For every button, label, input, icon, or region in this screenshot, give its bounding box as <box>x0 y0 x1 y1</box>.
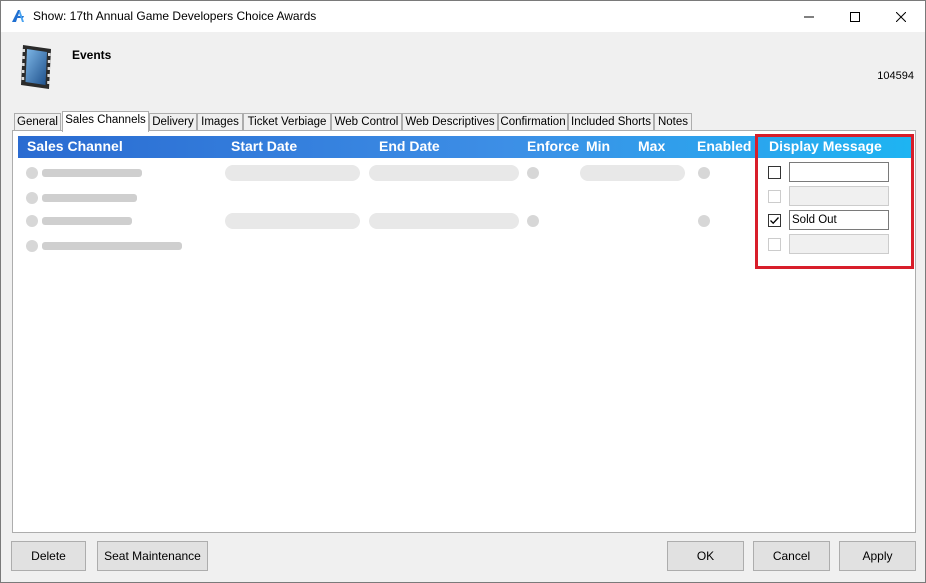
redacted-date <box>369 213 519 229</box>
close-button[interactable] <box>878 1 924 32</box>
redacted-radio <box>26 167 38 179</box>
tab-general[interactable]: General <box>14 113 61 131</box>
highlight-box <box>755 134 914 269</box>
delete-button[interactable]: Delete <box>11 541 86 571</box>
title-bar: Show: 17th Annual Game Developers Choice… <box>1 1 925 32</box>
redacted-numeric <box>580 165 685 181</box>
tab-web-control[interactable]: Web Control <box>331 113 402 131</box>
redacted-checkbox <box>698 215 710 227</box>
col-enforce[interactable]: Enforce <box>527 138 579 154</box>
minimize-button[interactable] <box>786 1 832 32</box>
redacted-checkbox <box>527 167 539 179</box>
col-start-date[interactable]: Start Date <box>231 138 297 154</box>
tab-confirmation[interactable]: Confirmation <box>498 113 568 131</box>
film-strip-icon <box>21 45 51 89</box>
col-enabled[interactable]: Enabled <box>697 138 751 154</box>
redacted-date <box>225 213 360 229</box>
tab-delivery[interactable]: Delivery <box>149 113 197 131</box>
col-sales-channel[interactable]: Sales Channel <box>27 138 123 154</box>
tab-included-shorts[interactable]: Included Shorts <box>568 113 654 131</box>
record-id: 104594 <box>877 70 914 82</box>
redacted-checkbox <box>698 167 710 179</box>
tab-web-descriptives[interactable]: Web Descriptives <box>402 113 498 131</box>
redacted-text <box>42 242 182 250</box>
ok-button[interactable]: OK <box>667 541 744 571</box>
redacted-date <box>369 165 519 181</box>
col-max[interactable]: Max <box>638 138 665 154</box>
col-end-date[interactable]: End Date <box>379 138 440 154</box>
dialog-window: Show: 17th Annual Game Developers Choice… <box>0 0 926 583</box>
tab-images[interactable]: Images <box>197 113 243 131</box>
redacted-text <box>42 169 142 177</box>
redacted-text <box>42 194 137 202</box>
minimize-icon <box>804 16 814 17</box>
tab-ticket-verbiage[interactable]: Ticket Verbiage <box>243 113 331 131</box>
section-title: Events <box>72 48 112 62</box>
apply-button[interactable]: Apply <box>839 541 916 571</box>
close-icon <box>896 11 906 22</box>
redacted-radio <box>26 215 38 227</box>
tab-notes[interactable]: Notes <box>654 113 692 131</box>
redacted-radio <box>26 240 38 252</box>
tab-sales-channels[interactable]: Sales Channels <box>62 111 149 132</box>
redacted-radio <box>26 192 38 204</box>
seat-maintenance-button[interactable]: Seat Maintenance <box>97 541 208 571</box>
redacted-text <box>42 217 132 225</box>
redacted-checkbox <box>527 215 539 227</box>
col-min[interactable]: Min <box>586 138 610 154</box>
app-logo-icon <box>12 10 24 22</box>
redacted-date <box>225 165 360 181</box>
maximize-icon <box>850 11 860 22</box>
window-title: Show: 17th Annual Game Developers Choice… <box>33 9 317 23</box>
cancel-button[interactable]: Cancel <box>753 541 830 571</box>
maximize-button[interactable] <box>832 1 878 32</box>
